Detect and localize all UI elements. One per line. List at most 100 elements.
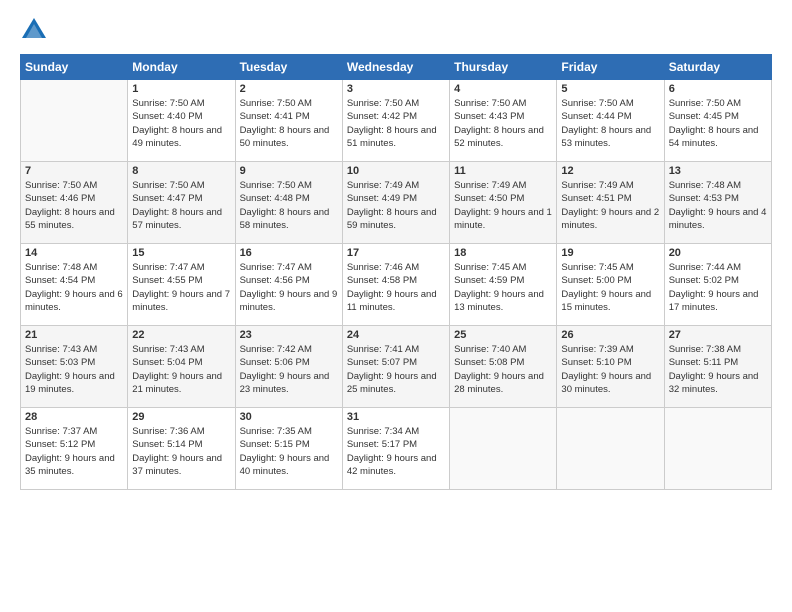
page-header: [20, 16, 772, 44]
calendar-cell: 5 Sunrise: 7:50 AMSunset: 4:44 PMDaylight…: [557, 80, 664, 162]
day-info: Sunrise: 7:50 AMSunset: 4:45 PMDaylight:…: [669, 97, 767, 150]
calendar-cell: 22 Sunrise: 7:43 AMSunset: 5:04 PMDayligh…: [128, 326, 235, 408]
day-info: Sunrise: 7:48 AMSunset: 4:54 PMDaylight:…: [25, 261, 123, 314]
day-info: Sunrise: 7:43 AMSunset: 5:04 PMDaylight:…: [132, 343, 230, 396]
day-info: Sunrise: 7:49 AMSunset: 4:49 PMDaylight:…: [347, 179, 445, 232]
day-number: 3: [347, 83, 445, 95]
calendar-cell: 12 Sunrise: 7:49 AMSunset: 4:51 PMDayligh…: [557, 162, 664, 244]
day-info: Sunrise: 7:43 AMSunset: 5:03 PMDaylight:…: [25, 343, 123, 396]
day-info: Sunrise: 7:45 AMSunset: 5:00 PMDaylight:…: [561, 261, 659, 314]
calendar-cell: 9 Sunrise: 7:50 AMSunset: 4:48 PMDaylight…: [235, 162, 342, 244]
day-number: 20: [669, 247, 767, 259]
logo: [20, 16, 52, 44]
day-info: Sunrise: 7:47 AMSunset: 4:55 PMDaylight:…: [132, 261, 230, 314]
day-info: Sunrise: 7:34 AMSunset: 5:17 PMDaylight:…: [347, 425, 445, 478]
calendar-cell: 17Sunrise: 7:46 AMSunset: 4:58 PMDayligh…: [342, 244, 449, 326]
day-number: 9: [240, 165, 338, 177]
day-info: Sunrise: 7:50 AMSunset: 4:40 PMDaylight:…: [132, 97, 230, 150]
calendar-cell: 18 Sunrise: 7:45 AMSunset: 4:59 PMDayligh…: [450, 244, 557, 326]
calendar-cell: 20 Sunrise: 7:44 AMSunset: 5:02 PMDayligh…: [664, 244, 771, 326]
calendar-header-row: SundayMondayTuesdayWednesdayThursdayFrid…: [21, 55, 772, 80]
calendar-cell: 23 Sunrise: 7:42 AMSunset: 5:06 PMDayligh…: [235, 326, 342, 408]
calendar-table: SundayMondayTuesdayWednesdayThursdayFrid…: [20, 54, 772, 490]
day-number: 16: [240, 247, 338, 259]
day-number: 31: [347, 411, 445, 423]
calendar-cell: 26Sunrise: 7:39 AMSunset: 5:10 PMDayligh…: [557, 326, 664, 408]
calendar-cell: 8Sunrise: 7:50 AMSunset: 4:47 PMDaylight…: [128, 162, 235, 244]
day-info: Sunrise: 7:50 AMSunset: 4:46 PMDaylight:…: [25, 179, 123, 232]
calendar-cell: 21 Sunrise: 7:43 AMSunset: 5:03 PMDayligh…: [21, 326, 128, 408]
day-number: 28: [25, 411, 123, 423]
calendar-cell: 29 Sunrise: 7:36 AMSunset: 5:14 PMDayligh…: [128, 408, 235, 490]
calendar-cell: 25 Sunrise: 7:40 AMSunset: 5:08 PMDayligh…: [450, 326, 557, 408]
calendar-cell: 6 Sunrise: 7:50 AMSunset: 4:45 PMDaylight…: [664, 80, 771, 162]
day-number: 21: [25, 329, 123, 341]
day-number: 5: [561, 83, 659, 95]
calendar-cell: [557, 408, 664, 490]
calendar-cell: 4 Sunrise: 7:50 AMSunset: 4:43 PMDaylight…: [450, 80, 557, 162]
calendar-cell: 14Sunrise: 7:48 AMSunset: 4:54 PMDayligh…: [21, 244, 128, 326]
day-info: Sunrise: 7:50 AMSunset: 4:43 PMDaylight:…: [454, 97, 552, 150]
day-number: 22: [132, 329, 230, 341]
day-number: 23: [240, 329, 338, 341]
day-info: Sunrise: 7:40 AMSunset: 5:08 PMDaylight:…: [454, 343, 552, 396]
day-number: 18: [454, 247, 552, 259]
day-number: 11: [454, 165, 552, 177]
day-info: Sunrise: 7:41 AMSunset: 5:07 PMDaylight:…: [347, 343, 445, 396]
day-info: Sunrise: 7:42 AMSunset: 5:06 PMDaylight:…: [240, 343, 338, 396]
logo-icon: [20, 16, 48, 44]
day-info: Sunrise: 7:50 AMSunset: 4:42 PMDaylight:…: [347, 97, 445, 150]
day-info: Sunrise: 7:50 AMSunset: 4:47 PMDaylight:…: [132, 179, 230, 232]
day-number: 30: [240, 411, 338, 423]
day-info: Sunrise: 7:46 AMSunset: 4:58 PMDaylight:…: [347, 261, 445, 314]
calendar-cell: 2Sunrise: 7:50 AMSunset: 4:41 PMDaylight…: [235, 80, 342, 162]
day-info: Sunrise: 7:50 AMSunset: 4:44 PMDaylight:…: [561, 97, 659, 150]
day-info: Sunrise: 7:49 AMSunset: 4:51 PMDaylight:…: [561, 179, 659, 232]
calendar-cell: 31 Sunrise: 7:34 AMSunset: 5:17 PMDayligh…: [342, 408, 449, 490]
day-number: 1: [132, 83, 230, 95]
calendar-cell: 13Sunrise: 7:48 AMSunset: 4:53 PMDayligh…: [664, 162, 771, 244]
header-thursday: Thursday: [450, 55, 557, 80]
day-number: 6: [669, 83, 767, 95]
day-number: 10: [347, 165, 445, 177]
day-info: Sunrise: 7:50 AMSunset: 4:48 PMDaylight:…: [240, 179, 338, 232]
day-number: 15: [132, 247, 230, 259]
calendar-week-row: 28 Sunrise: 7:37 AMSunset: 5:12 PMDayligh…: [21, 408, 772, 490]
header-monday: Monday: [128, 55, 235, 80]
calendar-cell: 15 Sunrise: 7:47 AMSunset: 4:55 PMDayligh…: [128, 244, 235, 326]
day-info: Sunrise: 7:50 AMSunset: 4:41 PMDaylight:…: [240, 97, 338, 150]
calendar-week-row: 7 Sunrise: 7:50 AMSunset: 4:46 PMDaylight…: [21, 162, 772, 244]
header-wednesday: Wednesday: [342, 55, 449, 80]
day-info: Sunrise: 7:35 AMSunset: 5:15 PMDaylight:…: [240, 425, 338, 478]
calendar-cell: 10 Sunrise: 7:49 AMSunset: 4:49 PMDayligh…: [342, 162, 449, 244]
day-number: 25: [454, 329, 552, 341]
calendar-cell: 16 Sunrise: 7:47 AMSunset: 4:56 PMDayligh…: [235, 244, 342, 326]
day-number: 24: [347, 329, 445, 341]
calendar-week-row: 14Sunrise: 7:48 AMSunset: 4:54 PMDayligh…: [21, 244, 772, 326]
day-info: Sunrise: 7:49 AMSunset: 4:50 PMDaylight:…: [454, 179, 552, 232]
header-sunday: Sunday: [21, 55, 128, 80]
day-info: Sunrise: 7:37 AMSunset: 5:12 PMDaylight:…: [25, 425, 123, 478]
calendar-cell: 27 Sunrise: 7:38 AMSunset: 5:11 PMDayligh…: [664, 326, 771, 408]
day-info: Sunrise: 7:36 AMSunset: 5:14 PMDaylight:…: [132, 425, 230, 478]
day-number: 7: [25, 165, 123, 177]
day-number: 13: [669, 165, 767, 177]
day-number: 29: [132, 411, 230, 423]
calendar-cell: 24 Sunrise: 7:41 AMSunset: 5:07 PMDayligh…: [342, 326, 449, 408]
day-info: Sunrise: 7:38 AMSunset: 5:11 PMDaylight:…: [669, 343, 767, 396]
day-info: Sunrise: 7:45 AMSunset: 4:59 PMDaylight:…: [454, 261, 552, 314]
day-info: Sunrise: 7:44 AMSunset: 5:02 PMDaylight:…: [669, 261, 767, 314]
calendar-cell: 7 Sunrise: 7:50 AMSunset: 4:46 PMDaylight…: [21, 162, 128, 244]
calendar-cell: [450, 408, 557, 490]
day-number: 27: [669, 329, 767, 341]
calendar-week-row: 21 Sunrise: 7:43 AMSunset: 5:03 PMDayligh…: [21, 326, 772, 408]
page-container: SundayMondayTuesdayWednesdayThursdayFrid…: [0, 0, 792, 612]
calendar-week-row: 1 Sunrise: 7:50 AMSunset: 4:40 PMDaylight…: [21, 80, 772, 162]
day-number: 4: [454, 83, 552, 95]
calendar-cell: 11 Sunrise: 7:49 AMSunset: 4:50 PMDayligh…: [450, 162, 557, 244]
header-friday: Friday: [557, 55, 664, 80]
calendar-cell: 30 Sunrise: 7:35 AMSunset: 5:15 PMDayligh…: [235, 408, 342, 490]
header-saturday: Saturday: [664, 55, 771, 80]
day-number: 12: [561, 165, 659, 177]
day-info: Sunrise: 7:47 AMSunset: 4:56 PMDaylight:…: [240, 261, 338, 314]
